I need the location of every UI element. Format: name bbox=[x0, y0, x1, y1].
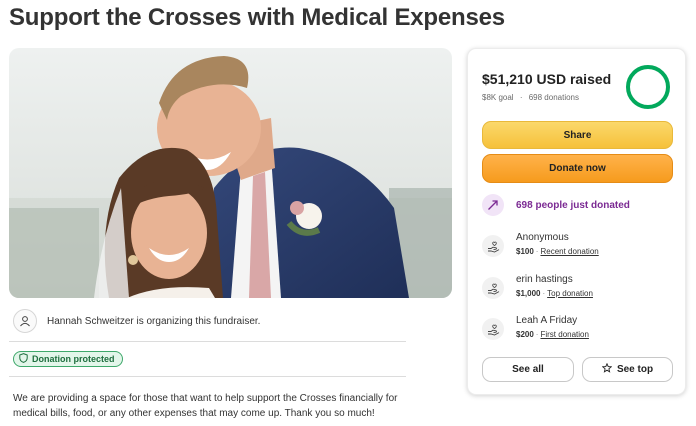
share-button[interactable]: Share bbox=[482, 121, 673, 149]
donor-row: Anonymous $100 · Recent donation bbox=[482, 232, 599, 257]
organizer-text: Hannah Schweitzer is organizing this fun… bbox=[47, 315, 261, 327]
donate-now-button[interactable]: Donate now bbox=[482, 154, 673, 183]
donation-card: $51,210 USD raised $8K goal · 698 donati… bbox=[467, 48, 686, 395]
donation-hand-icon bbox=[482, 235, 504, 257]
recent-donation-link[interactable]: Recent donation bbox=[540, 247, 598, 256]
user-icon bbox=[13, 309, 37, 333]
see-top-button[interactable]: See top bbox=[582, 357, 673, 382]
see-all-label: See all bbox=[512, 364, 544, 375]
donor-name: Anonymous bbox=[516, 232, 569, 243]
donor-name: erin hastings bbox=[516, 274, 573, 285]
donation-hand-icon bbox=[482, 318, 504, 340]
donor-row: erin hastings $1,000 · Top donation bbox=[482, 274, 593, 299]
campaign-photo bbox=[9, 48, 452, 298]
badge-label: Donation protected bbox=[32, 354, 115, 364]
recent-donors-count: 698 people just donated bbox=[516, 199, 630, 211]
donor-amount: $1,000 bbox=[516, 289, 541, 298]
recent-donations-trend: 698 people just donated bbox=[482, 194, 630, 216]
first-donation-link[interactable]: First donation bbox=[540, 330, 588, 339]
divider bbox=[9, 376, 406, 377]
donor-amount: $100 bbox=[516, 247, 534, 256]
star-icon bbox=[601, 362, 613, 376]
shield-icon bbox=[19, 353, 28, 365]
meta-separator: · bbox=[519, 93, 523, 102]
amount-raised: $51,210 USD raised bbox=[482, 71, 612, 87]
trending-up-icon bbox=[482, 194, 504, 216]
divider bbox=[9, 341, 406, 342]
donation-count: 698 donations bbox=[528, 93, 579, 102]
see-all-button[interactable]: See all bbox=[482, 357, 574, 382]
fundraiser-description: We are providing a space for those that … bbox=[13, 393, 398, 419]
donation-hand-icon bbox=[482, 277, 504, 299]
goal-amount: $8K goal bbox=[482, 93, 514, 102]
progress-ring bbox=[626, 65, 670, 109]
donor-amount: $200 bbox=[516, 330, 534, 339]
organizer-row: Hannah Schweitzer is organizing this fun… bbox=[13, 308, 408, 334]
donation-protected-badge[interactable]: Donation protected bbox=[13, 351, 123, 367]
top-donation-link[interactable]: Top donation bbox=[547, 289, 593, 298]
see-top-label: See top bbox=[616, 364, 654, 375]
goal-meta: $8K goal · 698 donations bbox=[482, 93, 579, 102]
page-title: Support the Crosses with Medical Expense… bbox=[9, 4, 505, 31]
donor-row: Leah A Friday $200 · First donation bbox=[482, 315, 589, 340]
donor-name: Leah A Friday bbox=[516, 315, 578, 326]
